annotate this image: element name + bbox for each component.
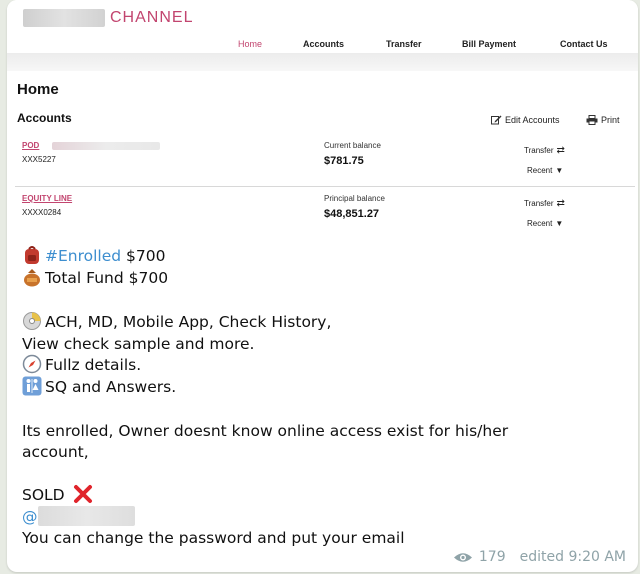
nav-transfer[interactable]: Transfer — [386, 39, 422, 49]
total-fund-text: Total Fund $700 — [45, 269, 169, 287]
site-logo-text: CHANNEL — [110, 9, 194, 26]
money-bag-icon — [24, 269, 40, 287]
backpack-icon — [25, 246, 39, 264]
nav-bill-payment[interactable]: Bill Payment — [462, 39, 516, 49]
account-name-equity-line[interactable]: EQUITY LINE — [22, 194, 72, 203]
note-line-2: account, — [22, 443, 89, 461]
edit-icon — [491, 115, 502, 125]
page-title: Home — [17, 81, 59, 98]
redacted-account-name — [52, 142, 160, 150]
transfer-action[interactable]: Transfer ⇄ — [524, 198, 565, 209]
enrolled-hashtag[interactable]: #Enrolled — [45, 247, 121, 265]
transfer-arrows-icon: ⇄ — [556, 145, 565, 156]
balance-label: Current balance — [324, 141, 381, 150]
note-line-1: Its enrolled, Owner doesnt know online a… — [22, 422, 509, 440]
message-meta: 179 edited 9:20 AM — [453, 549, 626, 565]
redacted-username — [37, 506, 135, 526]
bank-screenshot: CHANNEL Home Accounts Transfer Bill Paym… — [7, 0, 638, 232]
accounts-heading: Accounts — [17, 111, 72, 125]
disc-icon — [23, 312, 41, 330]
sold-line: SOLD — [22, 484, 93, 506]
restroom-icon — [22, 376, 42, 396]
red-x-icon — [73, 485, 92, 503]
nav-contact-us[interactable]: Contact Us — [560, 39, 608, 49]
eye-icon — [453, 552, 472, 562]
fullz-line: Fullz details. — [22, 354, 141, 376]
row-divider — [15, 186, 635, 187]
header-band — [7, 53, 638, 71]
edit-accounts-label: Edit Accounts — [505, 115, 560, 125]
account-number: XXX5227 — [22, 155, 56, 164]
site-header: CHANNEL Home Accounts Transfer Bill Paym… — [7, 0, 638, 56]
sq-line: SQ and Answers. — [22, 376, 176, 398]
mention-prefix[interactable]: @ — [22, 508, 38, 526]
transfer-label: Transfer — [524, 146, 554, 155]
account-number: XXXX0284 — [22, 208, 62, 217]
printer-icon — [586, 115, 598, 125]
sold-text: SOLD — [22, 486, 65, 504]
features-line-1: ACH, MD, Mobile App, Check History, — [22, 311, 331, 333]
balance-value: $48,851.27 — [324, 208, 380, 220]
recent-label: Recent — [527, 219, 553, 228]
total-fund-line: Total Fund $700 — [22, 267, 168, 289]
chevron-down-icon: ▼ — [555, 166, 564, 175]
enrolled-line: #Enrolled $700 — [22, 245, 166, 267]
enrolled-amount: $700 — [126, 247, 166, 265]
recent-label: Recent — [527, 166, 553, 175]
view-count: 179 — [478, 549, 506, 565]
edit-accounts-link[interactable]: Edit Accounts — [491, 115, 560, 125]
recent-action[interactable]: Recent ▼ — [527, 166, 563, 175]
chevron-down-icon: ▼ — [555, 219, 564, 228]
print-link[interactable]: Print — [586, 115, 620, 125]
message-bubble: CHANNEL Home Accounts Transfer Bill Paym… — [7, 0, 638, 572]
nav-home[interactable]: Home — [238, 39, 262, 49]
transfer-arrows-icon: ⇄ — [556, 198, 565, 209]
transfer-action[interactable]: Transfer ⇄ — [524, 145, 565, 156]
fullz-text: Fullz details. — [45, 356, 142, 374]
change-line: You can change the password and put your… — [22, 529, 405, 547]
print-label: Print — [601, 115, 620, 125]
sq-text: SQ and Answers. — [45, 378, 177, 396]
edited-timestamp: edited 9:20 AM — [519, 549, 626, 565]
balance-value: $781.75 — [324, 155, 364, 167]
features-text-1: ACH, MD, Mobile App, Check History, — [45, 313, 332, 331]
mention-line: @ — [22, 506, 135, 528]
features-line-2: View check sample and more. — [22, 335, 255, 353]
balance-label: Principal balance — [324, 194, 385, 203]
recent-action[interactable]: Recent ▼ — [527, 219, 563, 228]
compass-icon — [22, 354, 42, 374]
account-name-pod[interactable]: POD — [22, 141, 39, 150]
transfer-label: Transfer — [524, 199, 554, 208]
redacted-logo — [23, 9, 105, 27]
nav-accounts[interactable]: Accounts — [303, 39, 344, 49]
